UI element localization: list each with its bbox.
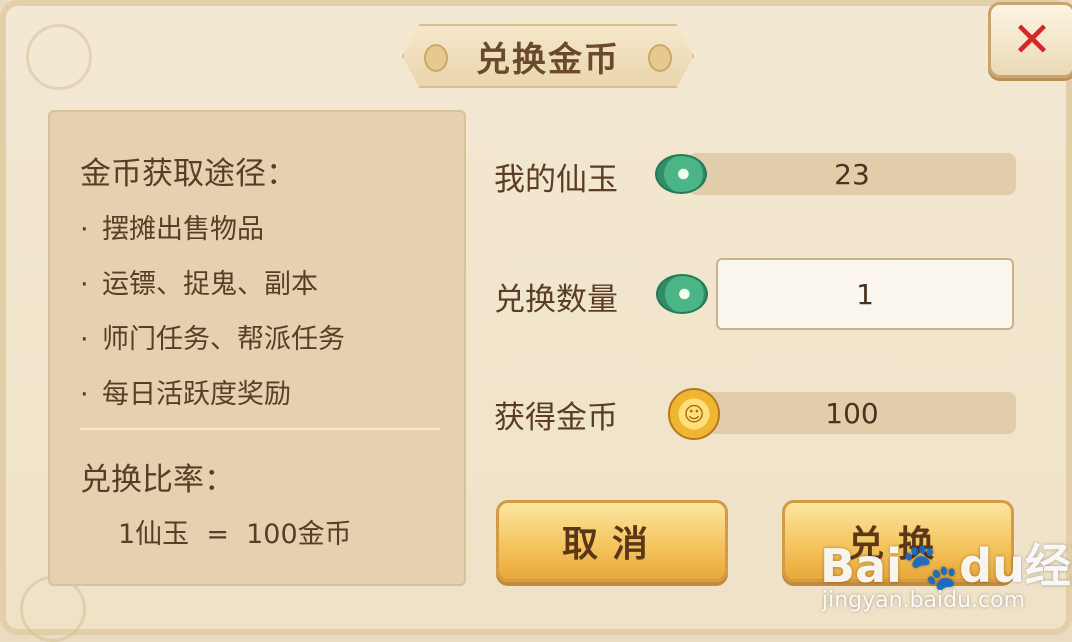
gold-source-panel: 金币获取途径： · 摆摊出售物品 · 运镖、捉鬼、副本 · 师门任务、帮派任务 · 每日… xyxy=(48,110,466,586)
gold-source-list: · 摆摊出售物品 · 运镖、捉鬼、副本 · 师门任务、帮派任务 · 每日活跃度奖励 xyxy=(80,210,345,430)
bullet-icon: · xyxy=(80,324,89,355)
list-item-label: 每日活跃度奖励 xyxy=(102,379,291,410)
divider xyxy=(80,428,440,430)
list-item: · 运镖、捉鬼、副本 xyxy=(80,265,345,320)
dialog-title: 兑换金币 xyxy=(476,39,620,80)
jade-icon xyxy=(656,274,708,314)
exchange-amount-input[interactable]: 1 xyxy=(716,258,1014,330)
corner-ornament xyxy=(26,24,92,90)
my-jade-value: 23 xyxy=(688,153,1016,195)
exchange-amount-label: 兑换数量 xyxy=(494,282,618,318)
baidu-watermark: Bai🐾du经验 jingyan.baidu.com xyxy=(820,530,1072,635)
list-item: · 每日活跃度奖励 xyxy=(80,375,345,430)
baidu-jingyan-logo: Bai🐾du经验 xyxy=(820,539,1072,593)
gold-coin-icon: ☺ xyxy=(668,388,720,440)
gold-source-heading: 金币获取途径： xyxy=(80,156,297,192)
exchange-rate-heading: 兑换比率： xyxy=(80,462,235,498)
exchange-rate-text: 1仙玉 = 100金币 xyxy=(118,519,352,550)
list-item: · 摆摊出售物品 xyxy=(80,210,345,265)
list-item: · 师门任务、帮派任务 xyxy=(80,320,345,375)
cancel-button[interactable]: 取消 xyxy=(496,500,728,582)
close-x-icon: ✕ xyxy=(1011,12,1053,68)
watermark-url: jingyan.baidu.com xyxy=(822,588,1026,613)
jade-icon xyxy=(655,154,707,194)
my-jade-label: 我的仙玉 xyxy=(494,162,618,198)
bullet-icon: · xyxy=(80,269,89,300)
gold-received-label: 获得金币 xyxy=(494,400,618,436)
list-item-label: 运镖、捉鬼、副本 xyxy=(102,269,318,300)
list-item-label: 摆摊出售物品 xyxy=(102,214,264,245)
ornament-icon xyxy=(648,44,672,72)
bullet-icon: · xyxy=(80,214,89,245)
bullet-icon: · xyxy=(80,379,89,410)
ornament-icon xyxy=(424,44,448,72)
close-button[interactable]: ✕ xyxy=(988,2,1072,78)
gold-received-value: 100 xyxy=(688,392,1016,434)
title-tab: 兑换金币 xyxy=(402,24,694,88)
list-item-label: 师门任务、帮派任务 xyxy=(102,324,345,355)
